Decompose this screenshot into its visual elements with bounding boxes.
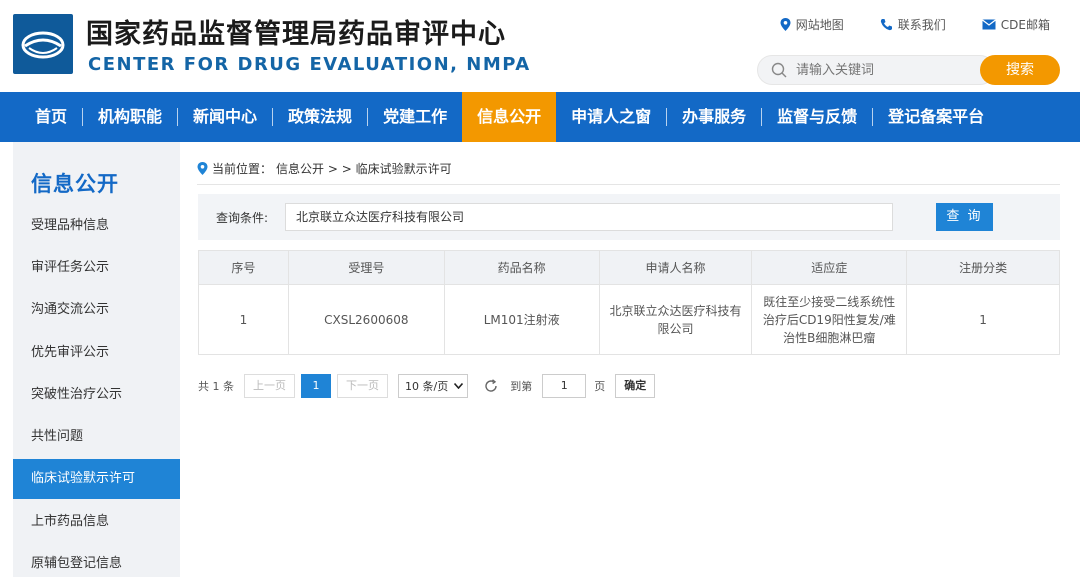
results-table: 序号 受理号 药品名称 申请人名称 适应症 注册分类 1 CXSL2600608…	[198, 250, 1060, 355]
cde-mail-link[interactable]: CDE邮箱	[981, 16, 1050, 33]
cell-index: 1	[198, 284, 289, 355]
total-count: 共 1 条	[198, 380, 234, 393]
col-header-indication: 适应症	[751, 250, 908, 285]
prev-page-button[interactable]: 上一页	[244, 374, 295, 398]
cell-indication: 既往至少接受二线系统性治疗后CD19阳性复发/难治性B细胞淋巴瘤	[751, 284, 908, 355]
sitemap-link[interactable]: 网站地图	[780, 16, 844, 33]
search-box	[757, 55, 995, 85]
top-links: 网站地图 联系我们 CDE邮箱	[780, 16, 1050, 33]
sidebar-item-accepted-varieties[interactable]: 受理品种信息	[13, 206, 180, 246]
pagination: 共 1 条 上一页 1 下一页 10 条/页 到第 1 页 确定	[198, 373, 656, 399]
sidebar-item-clinical-trial-permit[interactable]: 临床试验默示许可	[13, 459, 180, 499]
page-size-select[interactable]: 10 条/页	[398, 374, 469, 398]
nav-news[interactable]: 新闻中心	[178, 92, 272, 142]
sidebar-item-review-tasks[interactable]: 审评任务公示	[13, 248, 180, 288]
search-icon	[771, 62, 787, 78]
breadcrumb-prefix: 当前位置：	[212, 162, 273, 176]
nav-info-disclosure[interactable]: 信息公开	[462, 92, 557, 142]
goto-page-input[interactable]: 1	[542, 374, 587, 398]
main-nav: 首页 机构职能 新闻中心 政策法规 党建工作 信息公开 申请人之窗 办事服务 监…	[0, 92, 1080, 142]
col-header-applicant: 申请人名称	[598, 250, 753, 285]
table-row[interactable]: 1 CXSL2600608 LM101注射液 北京联立众达医疗科技有限公司 既往…	[198, 284, 1060, 355]
sidebar-item-excipient-registration[interactable]: 原辅包登记信息	[13, 544, 180, 577]
nav-party-building[interactable]: 党建工作	[368, 92, 462, 142]
query-bar: 查询条件: 北京联立众达医疗科技有限公司 查 询	[198, 194, 1060, 240]
query-button[interactable]: 查 询	[936, 203, 993, 231]
refresh-icon	[485, 379, 497, 392]
col-header-index: 序号	[198, 250, 289, 285]
site-title-en: CENTER FOR DRUG EVALUATION, NMPA	[88, 54, 531, 75]
nav-supervision-feedback[interactable]: 监督与反馈	[762, 92, 872, 142]
col-header-drug-name: 药品名称	[443, 250, 600, 285]
search-input[interactable]	[796, 61, 976, 79]
nav-policies[interactable]: 政策法规	[273, 92, 367, 142]
site-title-cn: 国家药品监督管理局药品审评中心	[86, 19, 506, 50]
sidebar-item-communication[interactable]: 沟通交流公示	[13, 290, 180, 330]
sidebar: 信息公开 受理品种信息 审评任务公示 沟通交流公示 优先审评公示 突破性治疗公示…	[13, 142, 180, 577]
location-pin-icon	[197, 162, 208, 175]
chevron-down-icon	[454, 383, 464, 389]
current-page[interactable]: 1	[301, 374, 331, 398]
page-unit-label: 页	[594, 380, 606, 393]
cell-applicant: 北京联立众达医疗科技有限公司	[598, 284, 753, 355]
search-button[interactable]: 搜索	[980, 55, 1060, 85]
table-header-row: 序号 受理号 药品名称 申请人名称 适应症 注册分类	[198, 250, 1060, 285]
cde-mail-link-label: CDE邮箱	[1000, 18, 1050, 32]
nav-functions[interactable]: 机构职能	[83, 92, 177, 142]
sidebar-title: 信息公开	[31, 172, 119, 196]
sidebar-item-breakthrough[interactable]: 突破性治疗公示	[13, 375, 180, 415]
mail-icon	[981, 19, 996, 30]
location-pin-icon	[780, 18, 791, 31]
cell-acceptance-no: CXSL2600608	[287, 284, 445, 355]
goto-confirm-button[interactable]: 确定	[615, 374, 656, 398]
query-label: 查询条件:	[216, 211, 269, 225]
contact-link[interactable]: 联系我们	[880, 16, 946, 33]
site-header: 国家药品监督管理局药品审评中心 CENTER FOR DRUG EVALUATI…	[0, 0, 1080, 92]
page-size-value: 10 条/页	[405, 380, 449, 393]
cde-logo[interactable]	[13, 14, 73, 74]
divider	[197, 184, 1060, 185]
cell-registration-class: 1	[906, 284, 1060, 355]
sidebar-item-priority-review[interactable]: 优先审评公示	[13, 333, 180, 373]
nav-registration-platform[interactable]: 登记备案平台	[873, 92, 999, 142]
sitemap-link-label: 网站地图	[795, 18, 844, 32]
nav-services[interactable]: 办事服务	[667, 92, 761, 142]
contact-link-label: 联系我们	[897, 18, 946, 32]
breadcrumb-path[interactable]: 信息公开 > > 临床试验默示许可	[276, 160, 452, 177]
phone-icon	[880, 19, 892, 31]
sidebar-item-marketed-drugs[interactable]: 上市药品信息	[13, 502, 180, 542]
sidebar-item-common-issues[interactable]: 共性问题	[13, 417, 180, 457]
goto-label: 到第	[510, 380, 533, 393]
refresh-button[interactable]	[484, 379, 498, 393]
cell-drug-name: LM101注射液	[443, 284, 600, 355]
nav-applicant-window[interactable]: 申请人之窗	[556, 92, 666, 142]
col-header-acceptance-no: 受理号	[287, 250, 445, 285]
nav-home[interactable]: 首页	[20, 92, 82, 142]
next-page-button[interactable]: 下一页	[337, 374, 388, 398]
col-header-registration-class: 注册分类	[906, 250, 1060, 285]
breadcrumb: 当前位置： 信息公开 > > 临床试验默示许可	[197, 160, 452, 177]
query-input[interactable]: 北京联立众达医疗科技有限公司	[285, 203, 893, 231]
